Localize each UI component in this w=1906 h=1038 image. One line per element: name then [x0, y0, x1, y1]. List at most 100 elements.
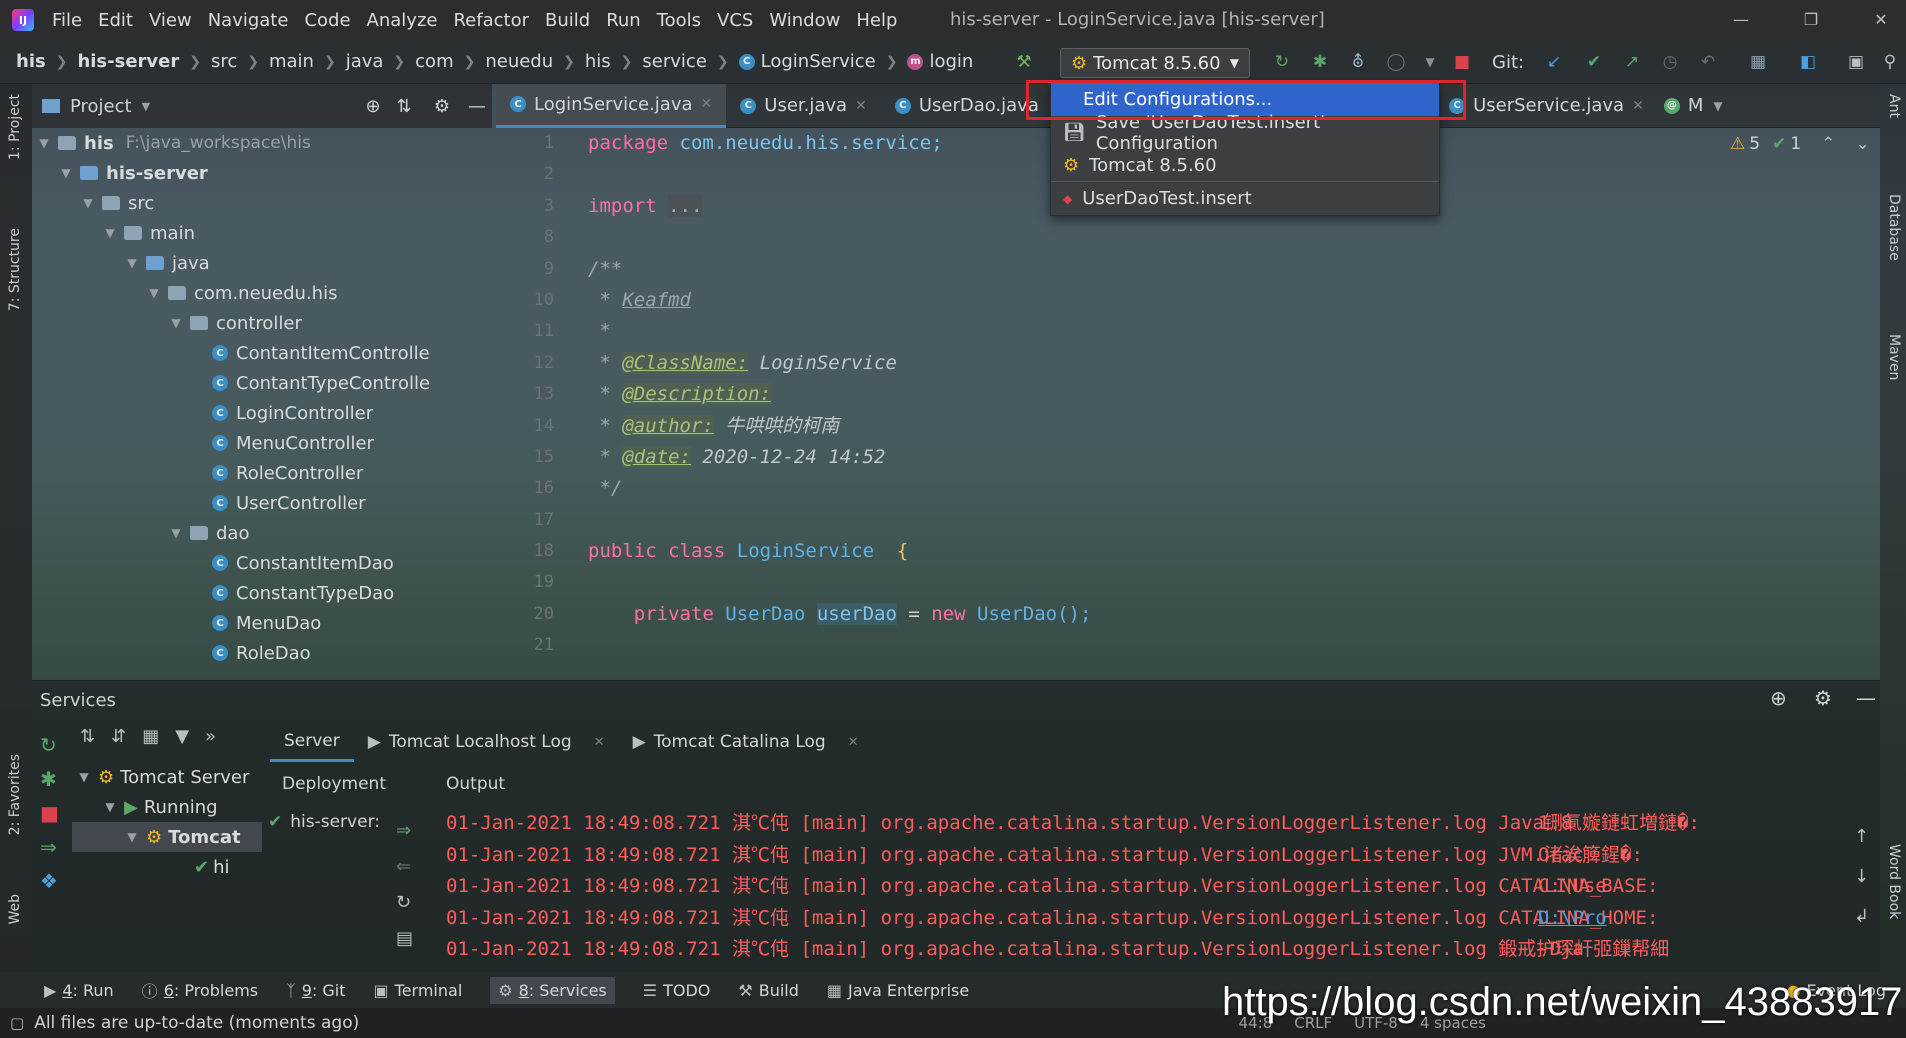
structure-tool-button[interactable]: 7: Structure — [7, 228, 23, 311]
crumb-java[interactable]: java — [346, 51, 384, 72]
services-tree-row[interactable]: ✔ hi — [76, 852, 262, 882]
menu-analyze[interactable]: Analyze — [359, 10, 446, 31]
close-icon[interactable]: ✕ — [848, 735, 859, 750]
tab-list-icon[interactable]: ▼ — [1713, 99, 1722, 113]
menu-build[interactable]: Build — [537, 10, 598, 31]
close-icon[interactable]: ✕ — [1632, 98, 1644, 114]
tree-item-folder[interactable]: ▼ java — [32, 248, 492, 278]
crumb-neuedu[interactable]: neuedu — [485, 51, 553, 72]
tree-item-package[interactable]: ▼ controller — [32, 308, 492, 338]
deploy-icon[interactable]: ⇒ — [396, 812, 411, 848]
run-tool-button[interactable]: ▶ 4: Run — [44, 981, 114, 1000]
rerun-icon[interactable]: ↻ — [1269, 49, 1295, 75]
more-icon[interactable]: » — [205, 726, 216, 747]
tab-catalina-log[interactable]: ▶ Tomcat Catalina Log ✕ — [619, 722, 873, 762]
debug-icon[interactable]: ✱ — [40, 762, 57, 796]
scroll-down-icon[interactable]: ↓ — [1854, 856, 1869, 896]
minimize-icon[interactable]: — — [1730, 8, 1752, 30]
build-tool-button[interactable]: ⚒ Build — [738, 981, 799, 1000]
tree-item-class[interactable]: C UserController — [32, 488, 492, 518]
tab-userservice[interactable]: C UserService.java ✕ — [1435, 84, 1658, 128]
tab-m[interactable]: @ M — [1658, 84, 1710, 128]
toggle-tool-windows-icon[interactable]: ▢ — [10, 1014, 24, 1032]
crumb-project[interactable]: his — [16, 51, 46, 72]
git-tool-button[interactable]: ᛉ 9: Git — [286, 981, 345, 1000]
layout-icon[interactable]: ▣ — [1843, 49, 1869, 75]
web-tool-button[interactable]: Web — [7, 894, 23, 925]
tomcat-config-item[interactable]: ⚙ Tomcat 8.5.60 — [1051, 149, 1439, 182]
services-tree-row[interactable]: ▼ ▶ Running — [76, 792, 262, 822]
project-structure-icon[interactable]: ▦ — [1745, 49, 1771, 75]
git-update-icon[interactable]: ↙ — [1541, 49, 1567, 75]
services-tree-row[interactable]: ▼ ⚙ Tomcat Server — [76, 762, 262, 792]
menu-run[interactable]: Run — [598, 10, 649, 31]
menu-refactor[interactable]: Refactor — [445, 10, 537, 31]
tree-item-class[interactable]: C RoleController — [32, 458, 492, 488]
crumb-main[interactable]: main — [269, 51, 314, 72]
tab-localhost-log[interactable]: ▶ Tomcat Localhost Log ✕ — [354, 722, 619, 762]
log-icon[interactable]: ▤ — [396, 920, 413, 956]
rerun-icon[interactable]: ↻ — [40, 728, 57, 762]
tree-item-class[interactable]: C ContantTypeControlle — [32, 368, 492, 398]
problems-tool-button[interactable]: ⓘ 6: Problems — [142, 978, 258, 1002]
tree-item-class[interactable]: C MenuController — [32, 428, 492, 458]
favorites-tool-button[interactable]: 2: Favorites — [7, 754, 23, 835]
expand-all-icon[interactable]: ⇅ — [80, 726, 95, 747]
project-view-selector[interactable]: Project — [70, 96, 132, 117]
close-icon[interactable]: ✕ — [701, 96, 713, 112]
tree-item-folder[interactable]: ▼ src — [32, 188, 492, 218]
menu-file[interactable]: File — [44, 10, 90, 31]
collapse-all-icon[interactable]: ⇅ — [386, 96, 422, 117]
scroll-up-icon[interactable]: ↑ — [1854, 816, 1869, 856]
menu-vcs[interactable]: VCS — [709, 10, 761, 31]
close-window-icon[interactable]: ✕ — [1870, 8, 1892, 30]
tree-item-class[interactable]: C RoleDao — [32, 638, 492, 668]
gear-icon[interactable]: ⚙ — [422, 96, 462, 117]
database-tool-button[interactable]: Database — [1886, 194, 1902, 261]
services-tool-button[interactable]: ⚙ 8: Services — [490, 976, 615, 1004]
coverage-icon[interactable]: ⛢ — [1345, 49, 1371, 75]
crumb-method[interactable]: login — [929, 51, 973, 72]
word-book-tool-button[interactable]: Word Book — [1886, 844, 1902, 919]
tree-item-package[interactable]: ▼ dao — [32, 518, 492, 548]
tree-item-class[interactable]: C ContantItemControlle — [32, 338, 492, 368]
tab-user[interactable]: C User.java ✕ — [726, 84, 881, 128]
tree-item-class[interactable]: C ConstantItemDao — [32, 548, 492, 578]
menu-view[interactable]: View — [141, 10, 200, 31]
folded-imports[interactable]: ... — [668, 194, 703, 217]
git-commit-icon[interactable]: ✔ — [1581, 49, 1607, 75]
git-history-icon[interactable]: ◷ — [1657, 49, 1683, 75]
menu-window[interactable]: Window — [761, 10, 848, 31]
crumb-com[interactable]: com — [415, 51, 453, 72]
deployment-item[interactable]: ✔ his-server: — [268, 812, 380, 832]
hide-panel-icon[interactable]: — — [462, 96, 492, 117]
menu-tools[interactable]: Tools — [649, 10, 709, 31]
profile-icon[interactable]: ◯ — [1383, 49, 1409, 75]
refresh-icon[interactable]: ↻ — [396, 884, 411, 920]
tree-item-folder[interactable]: ▼ main — [32, 218, 492, 248]
deploy-icon[interactable]: ⇒ — [40, 830, 57, 864]
hide-panel-icon[interactable]: — — [1856, 686, 1876, 710]
restore-icon[interactable]: ❐ — [1800, 8, 1822, 30]
maven-tool-button[interactable]: Maven — [1886, 334, 1902, 380]
todo-tool-button[interactable]: ☰ TODO — [643, 981, 711, 1000]
java-enterprise-tool-button[interactable]: ▦ Java Enterprise — [827, 981, 969, 1000]
output-console[interactable]: 01-Jan-2021 18:49:08.721 淇℃伅 [main] org.… — [446, 808, 1846, 968]
save-configuration-item[interactable]: 💾︎ Save 'UserDaoTest.insert' Configurati… — [1051, 112, 1439, 154]
translate-icon[interactable]: ◧ — [1795, 49, 1821, 75]
locate-icon[interactable]: ⊕ — [360, 96, 386, 117]
menu-help[interactable]: Help — [848, 10, 905, 31]
tree-item-class[interactable]: C MenuDao — [32, 608, 492, 638]
tree-item-class[interactable]: C LoginController — [32, 398, 492, 428]
crumb-src[interactable]: src — [211, 51, 237, 72]
menu-edit[interactable]: Edit — [90, 10, 141, 31]
soft-wrap-icon[interactable]: ↲ — [1854, 896, 1869, 936]
more-run-icon[interactable]: ▼ — [1417, 49, 1443, 75]
search-icon[interactable]: ⚲ — [1877, 49, 1903, 75]
tree-item-module[interactable]: ▼ his-server — [32, 158, 492, 188]
run-configuration-combo[interactable]: ⚙ Tomcat 8.5.60 ▼ — [1060, 48, 1250, 78]
tree-root[interactable]: ▼ his F:\java_workspace\his — [32, 128, 492, 158]
ant-tool-button[interactable]: Ant — [1886, 94, 1902, 118]
crumb-module[interactable]: his-server — [77, 51, 179, 72]
close-icon[interactable]: ✕ — [594, 735, 605, 750]
